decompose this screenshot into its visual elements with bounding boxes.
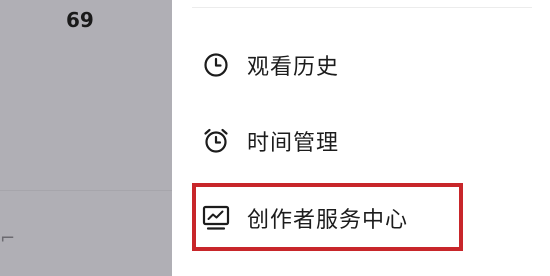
menu-item-label: 时间管理 [247, 131, 340, 156]
partial-icon: ⌐ [0, 228, 16, 249]
overlay-divider [0, 190, 172, 191]
drawer-top-divider [192, 7, 532, 8]
alarm-clock-icon [202, 127, 230, 155]
background-overlay[interactable]: 69 ⌐ [0, 0, 172, 276]
left-stat-value: 69 [66, 8, 94, 32]
highlight-box [192, 183, 463, 251]
menu-item-watch-history[interactable]: 观看历史 [202, 45, 339, 85]
menu-item-label: 观看历史 [247, 55, 340, 80]
menu-item-time-management[interactable]: 时间管理 [202, 121, 339, 161]
clock-icon [202, 51, 230, 79]
